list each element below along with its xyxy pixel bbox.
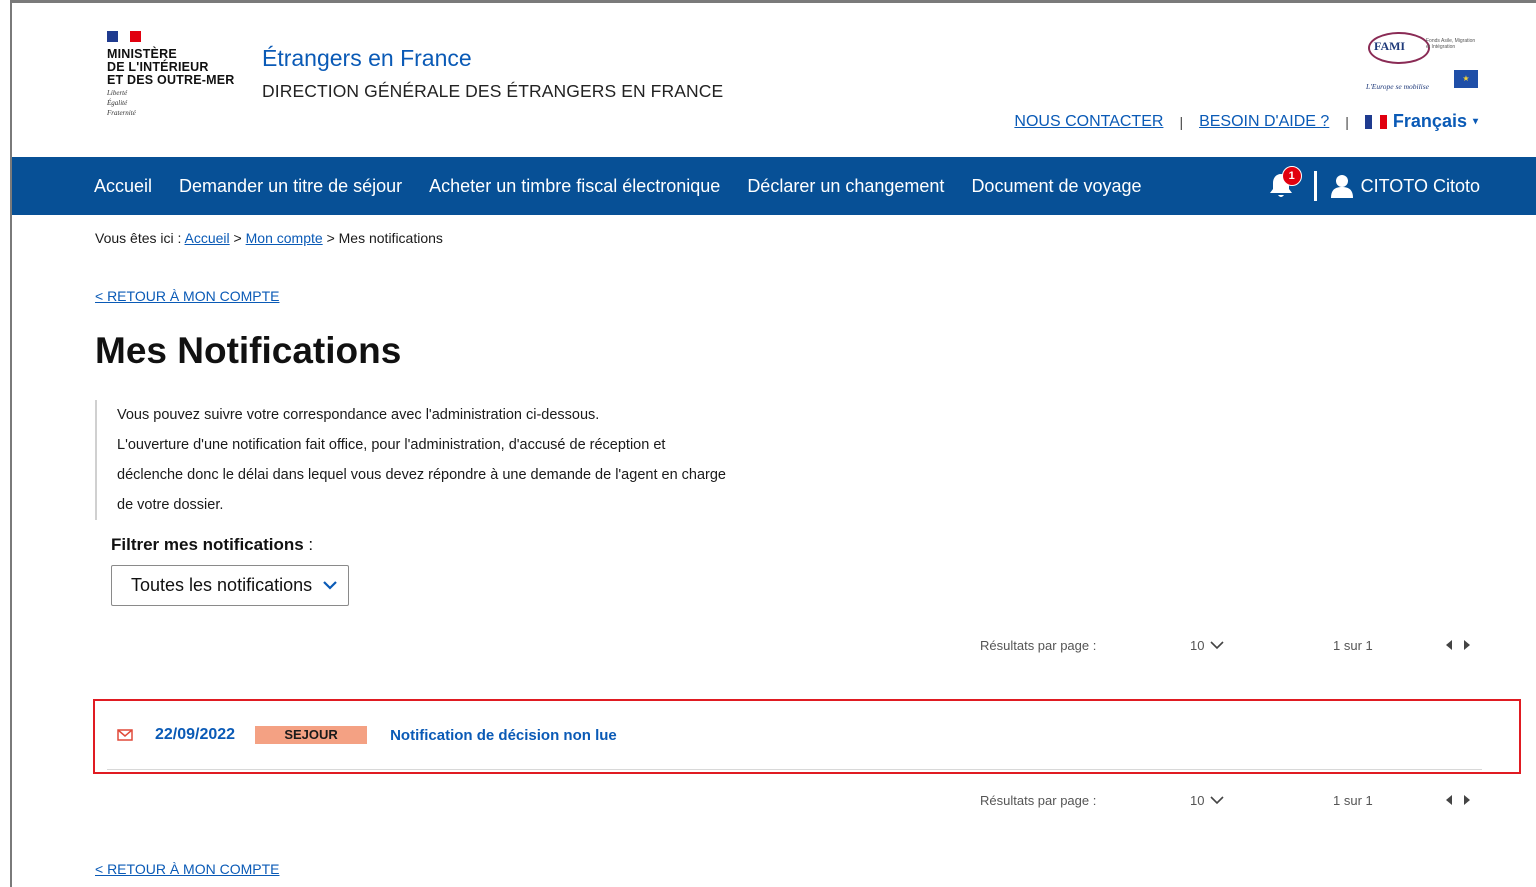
page-arrows (1446, 640, 1470, 650)
help-link[interactable]: BESOIN D'AIDE ? (1199, 113, 1329, 131)
page-title: Mes Notifications (95, 330, 402, 371)
chevron-down-icon (1210, 641, 1225, 650)
nav-user-area: 1 CITOTO Citoto (1268, 157, 1480, 215)
breadcrumb-separator: > (326, 230, 335, 246)
header-links: NOUS CONTACTER | BESOIN D'AIDE ? | Franç… (1014, 111, 1478, 132)
notification-title-link[interactable]: Notification de décision non lue (390, 727, 617, 744)
pagination-top: Résultats par page : 10 1 sur 1 (980, 638, 1500, 658)
nav-accueil[interactable]: Accueil (94, 176, 152, 197)
link-separator: | (1345, 113, 1349, 130)
eu-flag-icon: ★ (1454, 70, 1478, 88)
per-page-value: 10 (1190, 793, 1205, 808)
intro-line-4: de votre dossier. (117, 497, 224, 513)
results-per-page-label: Résultats par page : (980, 793, 1097, 808)
site-subtitle: DIRECTION GÉNÉRALE DES ÉTRANGERS EN FRAN… (262, 81, 724, 101)
fami-logo: FAMI Fonds Asile, Migration et Intégrati… (1364, 30, 1478, 94)
notification-date: 22/09/2022 (155, 726, 236, 743)
nav-items: Accueil Demander un titre de séjour Ache… (94, 157, 1169, 215)
filter-selected-value: Toutes les notifications (131, 575, 313, 595)
breadcrumb-prefix: Vous êtes ici : (95, 230, 182, 246)
site-header: MINISTÈRE DE L'INTÉRIEUR ET DES OUTRE-ME… (12, 3, 1536, 157)
intro-text: Vous pouvez suivre votre correspondance … (95, 400, 817, 520)
link-separator: | (1179, 113, 1184, 130)
french-flag-icon (107, 31, 141, 42)
page-arrows (1446, 795, 1470, 805)
next-page-icon[interactable] (1463, 640, 1470, 650)
user-icon (1330, 175, 1353, 198)
intro-line-1: Vous pouvez suivre votre correspondance … (117, 407, 600, 423)
prev-page-icon[interactable] (1446, 795, 1453, 805)
results-per-page-select[interactable]: 10 (1190, 638, 1225, 653)
fami-subtitle: Fonds Asile, Migration et Intégration (1426, 38, 1476, 50)
per-page-value: 10 (1190, 638, 1205, 653)
fami-name: FAMI (1374, 39, 1406, 53)
filter-label-text: Filtrer mes notifications (111, 535, 304, 554)
envelope-icon (117, 729, 133, 741)
ministry-logo[interactable]: MINISTÈRE DE L'INTÉRIEUR ET DES OUTRE-ME… (107, 31, 257, 117)
nav-timbre-fiscal[interactable]: Acheter un timbre fiscal électronique (429, 176, 720, 197)
notification-category-tag: SEJOUR (255, 726, 368, 744)
motto-fraternite: Fraternité (107, 109, 136, 117)
nav-separator (1313, 171, 1317, 201)
notification-filter-select[interactable]: Toutes les notifications (111, 565, 349, 606)
main-navbar: Accueil Demander un titre de séjour Ache… (12, 157, 1536, 215)
prev-page-icon[interactable] (1446, 640, 1453, 650)
ministry-line-3: ET DES OUTRE-MER (107, 73, 235, 87)
breadcrumb-separator: > (233, 230, 242, 246)
filter-label-colon: : (303, 535, 314, 554)
back-to-account-link-top[interactable]: < RETOUR À MON COMPTE (95, 288, 279, 304)
language-label: Français (1392, 111, 1467, 131)
pagination-bottom: Résultats par page : 10 1 sur 1 (980, 793, 1500, 813)
nav-declarer-changement[interactable]: Déclarer un changement (747, 176, 944, 197)
motto-liberte: Liberté (107, 89, 128, 97)
next-page-icon[interactable] (1463, 795, 1470, 805)
fami-tagline: L'Europe se mobilise (1366, 82, 1429, 91)
back-to-account-link-bottom[interactable]: < RETOUR À MON COMPTE (95, 861, 279, 877)
filter-label: Filtrer mes notifications : (111, 535, 313, 555)
chevron-down-icon (1210, 796, 1225, 805)
chevron-down-icon (323, 581, 337, 590)
intro-line-2: L'ouverture d'une notification fait offi… (117, 437, 666, 453)
page-info: 1 sur 1 (1333, 638, 1373, 653)
breadcrumb-account-link[interactable]: Mon compte (246, 230, 323, 246)
intro-line-3: déclenche donc le délai dans lequel vous… (117, 467, 726, 483)
page-info: 1 sur 1 (1333, 793, 1373, 808)
contact-link[interactable]: NOUS CONTACTER (1014, 113, 1163, 131)
user-name[interactable]: CITOTO Citoto (1361, 176, 1480, 197)
motto-egalite: Égalité (107, 99, 128, 107)
results-per-page-select[interactable]: 10 (1190, 793, 1225, 808)
language-selector[interactable]: Français ▾ (1364, 111, 1478, 132)
french-flag-icon (1364, 114, 1387, 129)
notifications-bell[interactable]: 1 (1268, 166, 1302, 200)
breadcrumb-current: Mes notifications (338, 230, 443, 246)
nav-titre-sejour[interactable]: Demander un titre de séjour (179, 176, 402, 197)
notification-row[interactable]: 22/09/2022 SEJOUR Notification de décisi… (107, 701, 1482, 770)
nav-document-voyage[interactable]: Document de voyage (971, 176, 1141, 197)
results-per-page-label: Résultats par page : (980, 638, 1097, 653)
breadcrumb-home-link[interactable]: Accueil (185, 230, 230, 246)
notification-count-badge: 1 (1281, 166, 1302, 186)
notification-highlight-box: 22/09/2022 SEJOUR Notification de décisi… (93, 699, 1521, 774)
caret-down-icon: ▾ (1472, 116, 1478, 127)
site-title[interactable]: Étrangers en France (262, 45, 472, 72)
breadcrumb: Vous êtes ici : Accueil > Mon compte > M… (95, 230, 443, 246)
